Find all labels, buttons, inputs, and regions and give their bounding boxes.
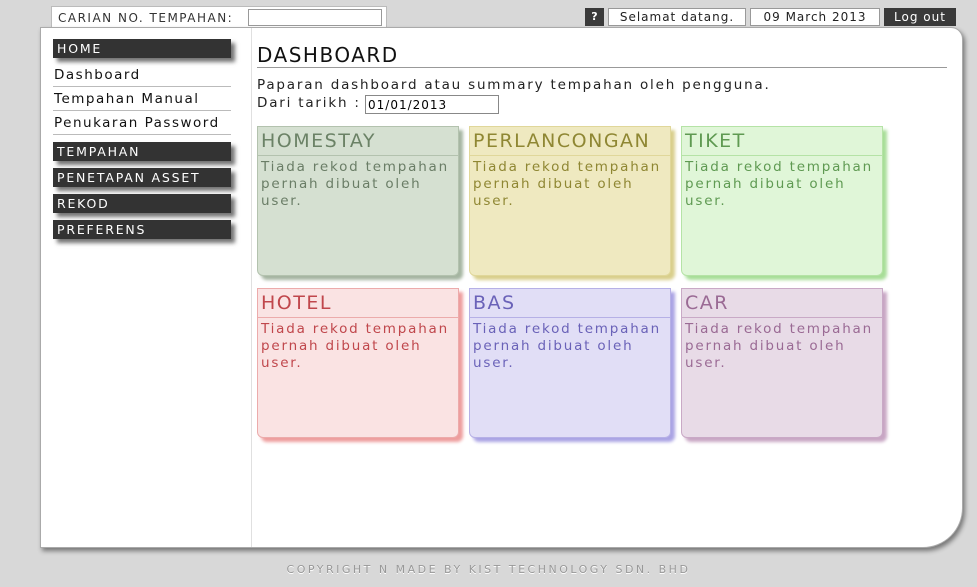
card-text: Tiada rekod tempahan pernah dibuat oleh … [261, 321, 449, 371]
menu-preferens[interactable]: PREFERENS [53, 220, 231, 239]
welcome-text: Selamat datang. [608, 8, 746, 26]
page-title: DASHBOARD [257, 42, 947, 68]
menu-rekod[interactable]: REKOD [53, 194, 231, 213]
card-tiket: TIKET Tiada rekod tempahan pernah dibuat … [681, 126, 883, 276]
card-text: Tiada rekod tempahan pernah dibuat oleh … [261, 159, 449, 209]
search-label: CARIAN NO. TEMPAHAN: [58, 11, 234, 25]
card-title: TIKET [682, 127, 882, 156]
card-title: HOMESTAY [258, 127, 458, 156]
card-title: HOTEL [258, 289, 458, 318]
menu-link-penukaran-password[interactable]: Penukaran Password [53, 112, 231, 135]
card-homestay: HOMESTAY Tiada rekod tempahan pernah dibu… [257, 126, 459, 276]
card-text: Tiada rekod tempahan pernah dibuat oleh … [473, 159, 661, 209]
main-panel: HOME Dashboard Tempahan Manual Penukaran… [40, 27, 963, 548]
menu-penetapan-asset[interactable]: PENETAPAN ASSET [53, 168, 231, 187]
search-input[interactable] [248, 9, 382, 26]
menu-link-dashboard[interactable]: Dashboard [53, 64, 231, 87]
date-label: Dari tarikh : [257, 95, 361, 111]
sidebar-divider [251, 28, 252, 547]
menu-tempahan[interactable]: TEMPAHAN [53, 142, 231, 161]
card-text: Tiada rekod tempahan pernah dibuat oleh … [685, 159, 873, 209]
search-tab: CARIAN NO. TEMPAHAN: [51, 6, 387, 29]
card-text: Tiada rekod tempahan pernah dibuat oleh … [473, 321, 661, 371]
date-from-input[interactable] [365, 95, 499, 114]
card-text: Tiada rekod tempahan pernah dibuat oleh … [685, 321, 873, 371]
menu-link-tempahan-manual[interactable]: Tempahan Manual [53, 88, 231, 111]
card-car: CAR Tiada rekod tempahan pernah dibuat ol… [681, 288, 883, 438]
current-date: 09 March 2013 [750, 8, 880, 26]
card-title: CAR [682, 289, 882, 318]
menu-home[interactable]: HOME [53, 39, 231, 58]
card-hotel: HOTEL Tiada rekod tempahan pernah dibuat … [257, 288, 459, 438]
card-title: BAS [470, 289, 670, 318]
card-perlancongan: PERLANCONGAN Tiada rekod tempahan pernah … [469, 126, 671, 276]
footer-copyright: COPYRIGHT N MADE BY KIST TECHNOLOGY SDN.… [286, 563, 691, 576]
card-title: PERLANCONGAN [470, 127, 670, 156]
help-button[interactable]: ? [585, 8, 604, 26]
page-description: Paparan dashboard atau summary tempahan … [257, 77, 771, 93]
logout-button[interactable]: Log out [884, 8, 956, 26]
card-bas: BAS Tiada rekod tempahan pernah dibuat ol… [469, 288, 671, 438]
